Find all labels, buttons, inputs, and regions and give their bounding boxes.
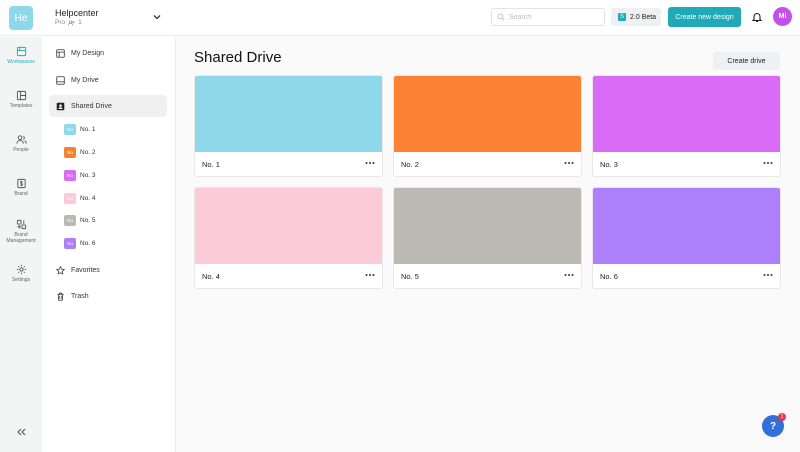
drive-thumbnail[interactable] [195, 188, 382, 264]
sub-item-label: No. 5 [80, 216, 96, 224]
sidebar-item-my-drive[interactable]: My Drive [49, 69, 167, 91]
drive-card[interactable]: No. 5 [393, 187, 582, 289]
rail-item-label: Templates [9, 103, 33, 109]
sidebar-item-label: Trash [71, 292, 89, 300]
search-icon [497, 13, 505, 21]
more-options-icon[interactable] [762, 270, 774, 280]
sub-item-label: No. 1 [80, 125, 96, 133]
more-options-icon[interactable] [563, 270, 575, 280]
rail-item-label: Brand Management [6, 232, 36, 244]
sidebar-item-label: My Drive [71, 76, 99, 84]
search-box[interactable] [491, 8, 605, 26]
bell-icon[interactable] [751, 11, 763, 23]
rail-item-label: Settings [11, 277, 31, 283]
members-icon [68, 19, 75, 25]
rail-item-label: People [13, 147, 29, 153]
beta-logo-icon: S [618, 13, 626, 21]
sidebar-item-label: Shared Drive [71, 102, 112, 110]
drive-card[interactable]: No. 2 [393, 75, 582, 177]
top-bar: He Helpcenter Pro 1 S 2.0 Beta Create ne… [0, 0, 800, 36]
drive-icon [56, 75, 65, 85]
shared-drive-sub-item[interactable]: No No. 3 [64, 168, 96, 182]
shared-drive-sub-item[interactable]: No No. 4 [64, 191, 96, 205]
drive-badge: No [64, 214, 76, 226]
sidebar-item-my-design[interactable]: My Design [49, 42, 167, 64]
workspace-logo[interactable]: He [9, 6, 33, 30]
shared-drive-sub-item[interactable]: No No. 6 [64, 236, 96, 250]
workspace-member-count: 1 [78, 19, 82, 26]
drive-name: No. 5 [401, 272, 419, 281]
shared-drive-sub-item[interactable]: No No. 1 [64, 122, 96, 136]
drive-thumbnail[interactable] [593, 188, 780, 264]
sidebar-item-trash[interactable]: Trash [49, 285, 167, 307]
more-options-icon[interactable] [762, 158, 774, 168]
my-design-icon [56, 48, 65, 58]
sidebar: My Design My Drive Shared Drive No No. 1… [42, 37, 176, 452]
collapse-sidebar-icon[interactable] [15, 427, 27, 437]
rail-item-brand[interactable]: Brand [0, 178, 42, 197]
rail-item-workspaces[interactable]: Workspaces [0, 46, 42, 65]
rail-item-brand-management[interactable]: Brand Management [0, 219, 42, 244]
sidebar-item-label: Favorites [71, 266, 100, 274]
shared-drive-sub-item[interactable]: No No. 5 [64, 213, 96, 227]
drive-thumbnail[interactable] [394, 76, 581, 152]
sidebar-item-favorites[interactable]: Favorites [49, 259, 167, 281]
drive-thumbnail[interactable] [195, 76, 382, 152]
templates-icon [16, 90, 26, 101]
workspace-meta: Pro 1 [55, 19, 82, 26]
create-drive-button[interactable]: Create drive [713, 52, 780, 70]
people-icon [15, 135, 27, 144]
search-input[interactable] [509, 13, 599, 21]
sidebar-item-shared-drive[interactable]: Shared Drive [49, 95, 167, 117]
sub-item-label: No. 6 [80, 239, 96, 247]
drive-badge: No [64, 192, 76, 204]
gear-icon [16, 264, 26, 275]
drive-thumbnail[interactable] [593, 76, 780, 152]
drive-name: No. 3 [600, 160, 618, 169]
rail-item-templates[interactable]: Templates [0, 90, 42, 109]
drive-card[interactable]: No. 4 [194, 187, 383, 289]
workspace-name[interactable]: Helpcenter [55, 8, 99, 18]
main-content: Shared Drive Create drive No. 1 No. 2 No… [176, 37, 800, 452]
trash-icon [57, 292, 64, 301]
beta-button[interactable]: S 2.0 Beta [611, 8, 661, 26]
drive-card[interactable]: No. 3 [592, 75, 781, 177]
drive-badge: No [64, 169, 76, 181]
sidebar-item-label: My Design [71, 49, 105, 57]
drive-thumbnail[interactable] [394, 188, 581, 264]
help-notification-badge: 1 [778, 413, 786, 421]
drive-name: No. 6 [600, 272, 618, 281]
user-avatar[interactable]: Mi [773, 7, 792, 26]
drive-name: No. 1 [202, 160, 220, 169]
drive-name: No. 4 [202, 272, 220, 281]
brand-management-icon [16, 219, 26, 230]
rail-item-settings[interactable]: Settings [0, 264, 42, 283]
drive-card[interactable]: No. 1 [194, 75, 383, 177]
rail-item-label: Brand [14, 191, 28, 197]
chevron-down-icon[interactable] [152, 12, 162, 22]
shared-drive-icon [56, 102, 65, 110]
rail-item-label: Workspaces [7, 59, 35, 65]
more-options-icon[interactable] [563, 158, 575, 168]
drive-badge: No [64, 237, 76, 249]
workspaces-icon [16, 46, 26, 57]
drive-badge: No [64, 146, 76, 158]
left-rail: Workspaces Templates People Brand Brand … [0, 37, 42, 452]
brand-icon [16, 178, 26, 189]
star-icon [56, 265, 65, 275]
drive-name: No. 2 [401, 160, 419, 169]
drive-badge: No [64, 123, 76, 135]
drive-card[interactable]: No. 6 [592, 187, 781, 289]
create-new-design-button[interactable]: Create new design [668, 7, 741, 27]
page-title: Shared Drive [194, 49, 282, 66]
more-options-icon[interactable] [364, 158, 376, 168]
more-options-icon[interactable] [364, 270, 376, 280]
sub-item-label: No. 3 [80, 171, 96, 179]
rail-item-people[interactable]: People [0, 134, 42, 153]
sub-item-label: No. 2 [80, 148, 96, 156]
beta-label: 2.0 Beta [630, 13, 657, 21]
shared-drive-sub-item[interactable]: No No. 2 [64, 145, 96, 159]
sub-item-label: No. 4 [80, 194, 96, 202]
workspace-plan: Pro [55, 19, 66, 26]
